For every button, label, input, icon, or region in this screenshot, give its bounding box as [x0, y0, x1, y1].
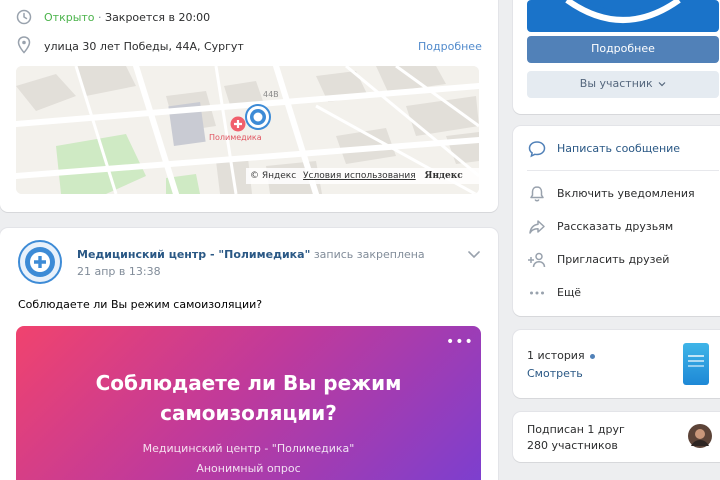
chevron-down-icon[interactable] [467, 250, 481, 260]
open-status: Открыто [44, 11, 95, 24]
map[interactable]: 44В Полимедика © Яндекс Условия использо… [16, 66, 479, 194]
terms-link[interactable]: Условия использования [303, 171, 416, 181]
bell-icon [530, 186, 544, 202]
map-house-number: 44В [263, 90, 279, 99]
member-dropdown-button[interactable]: Вы участник [527, 71, 719, 98]
stories-card: 1 история Смотреть [513, 330, 720, 398]
action-label: Пригласить друзей [557, 253, 670, 266]
yandex-logo: Яндекс [424, 171, 463, 181]
action-label: Ещё [557, 286, 582, 299]
post-date[interactable]: 21 апр в 13:38 [77, 265, 161, 278]
action-label: Рассказать друзьям [557, 220, 674, 233]
post-header: Медицинский центр - "Полимедика" запись … [77, 248, 425, 261]
friend-subscribed: Подписан 1 друг [527, 423, 625, 436]
action-invite-friends[interactable]: Пригласить друзей [513, 244, 719, 276]
menu-divider [527, 170, 719, 171]
clock-icon [16, 9, 32, 25]
action-tell-friends[interactable]: Рассказать друзьям [513, 211, 719, 243]
poll-question-line-1: Соблюдаете ли Вы режим [95, 371, 402, 395]
medical-cross-icon [230, 116, 246, 132]
new-story-dot [590, 353, 596, 359]
more-icon [530, 291, 544, 295]
address-more-link[interactable]: Подробнее [418, 40, 482, 53]
pinned-post: Медицинский центр - "Полимедика" запись … [0, 228, 498, 480]
action-label: Включить уведомления [557, 187, 695, 200]
action-more[interactable]: Ещё [513, 277, 719, 309]
story-thumbnail-lines [688, 355, 704, 357]
action-enable-notifications[interactable]: Включить уведомления [513, 178, 719, 210]
stories-count: 1 история [527, 349, 596, 362]
action-write-message[interactable]: Написать сообщение [513, 133, 719, 165]
poll-author: Медицинский центр - "Полимедика" [142, 442, 355, 455]
map-place-label: Полимедика [209, 133, 262, 142]
opening-hours: Открыто · Закроется в 20:00 [44, 11, 210, 24]
poll-question-line-2: самоизоляции? [160, 401, 337, 425]
map-pin-icon[interactable] [245, 104, 271, 130]
member-button-label: Вы участник [579, 77, 653, 90]
cover-image [527, 0, 719, 32]
message-icon [528, 141, 546, 158]
actions-menu: Написать сообщение Включить уведомления … [513, 126, 720, 316]
address: улица 30 лет Победы, 44А, Сургут [44, 40, 244, 53]
more-info-button[interactable]: Подробнее [527, 36, 719, 63]
members-count: 280 участников [527, 439, 618, 452]
pinned-note: запись закреплена [313, 248, 425, 261]
attribution-text: © Яндекс [250, 171, 297, 181]
poll-card[interactable]: ••• Соблюдаете ли Вы режим самоизоляции?… [16, 326, 481, 480]
poll-type: Анонимный опрос [196, 462, 301, 475]
action-label: Написать сообщение [557, 142, 681, 155]
closing-time: Закроется в 20:00 [105, 11, 211, 24]
friend-avatar[interactable] [688, 424, 712, 448]
stories-watch-link[interactable]: Смотреть [527, 367, 583, 380]
group-actions-card: Подробнее Вы участник [513, 0, 720, 114]
share-icon [529, 220, 545, 234]
members-card[interactable]: Подписан 1 друг 280 участников [513, 412, 720, 462]
add-user-icon [528, 252, 546, 268]
info-card: Открыто · Закроется в 20:00 улица 30 лет… [0, 0, 498, 212]
post-text: Соблюдаете ли Вы режим самоизоляции? [18, 298, 263, 311]
story-thumbnail[interactable] [683, 343, 709, 385]
poll-question: Соблюдаете ли Вы режим самоизоляции? [16, 368, 481, 428]
logo-arc [565, 0, 681, 23]
poll-menu-button[interactable]: ••• [446, 334, 474, 350]
avatar[interactable] [18, 240, 62, 284]
chevron-down-icon [658, 82, 666, 87]
stories-count-text: 1 история [527, 349, 585, 362]
map-attribution: © Яндекс Условия использования Яндекс [246, 168, 479, 184]
post-author[interactable]: Медицинский центр - "Полимедика" [77, 248, 310, 261]
status-separator: · [94, 11, 106, 24]
location-pin-icon [17, 36, 31, 54]
